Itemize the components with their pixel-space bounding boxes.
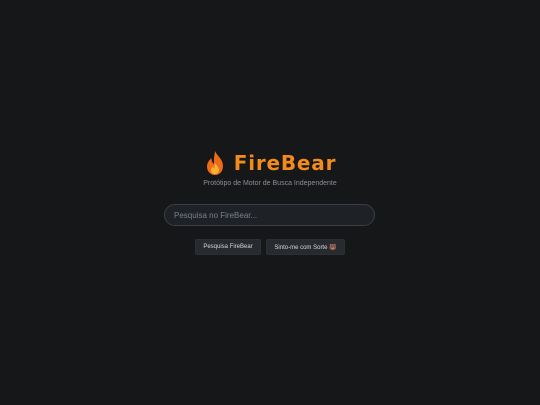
search-button[interactable]: Pesquisa FireBear <box>195 239 261 255</box>
logo: FireBear <box>0 148 540 178</box>
search-box[interactable] <box>164 204 375 226</box>
logo-text: FireBear <box>233 151 337 175</box>
fire-icon <box>206 151 223 175</box>
lucky-button[interactable]: Sinto-me com Sorte 🐻 <box>266 239 345 255</box>
search-input[interactable] <box>174 210 364 220</box>
tagline: Protótipo de Motor de Busca Independente <box>203 180 337 187</box>
search-home-page: FireBear Protótipo de Motor de Busca Ind… <box>0 0 540 405</box>
